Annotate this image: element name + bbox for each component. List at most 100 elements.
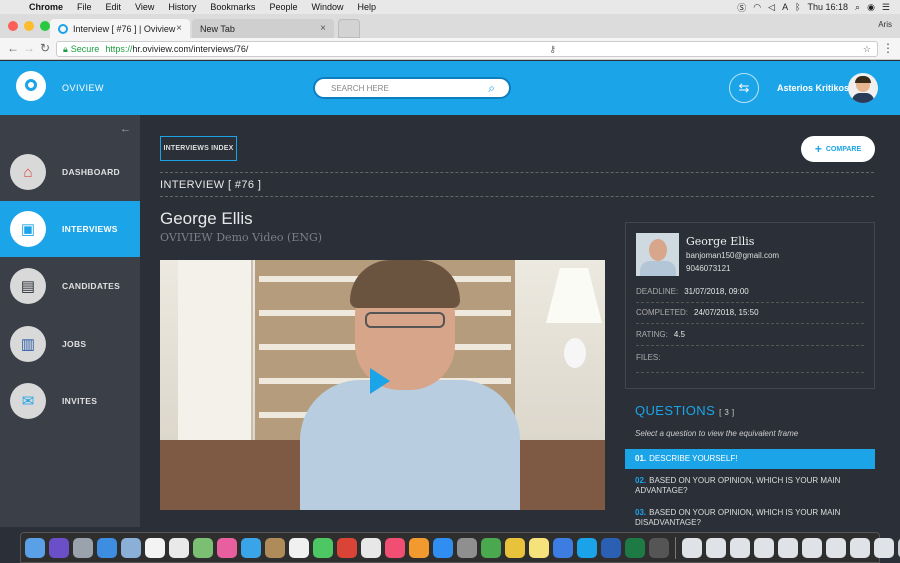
interviews-index-button[interactable]: INTERVIEWS INDEX — [160, 136, 237, 161]
minimized-window-icon[interactable] — [706, 537, 726, 558]
brand-name[interactable]: OVIVIEW — [62, 83, 104, 93]
music-icon[interactable] — [385, 537, 405, 558]
preview-icon[interactable] — [361, 537, 381, 558]
tab-label: New Tab — [200, 23, 235, 34]
app-store-icon[interactable] — [433, 537, 453, 558]
menu-file[interactable]: File — [70, 2, 99, 12]
photo-booth-icon[interactable] — [121, 537, 141, 558]
system-preferences-icon[interactable] — [457, 537, 477, 558]
books-icon[interactable] — [409, 537, 429, 558]
new-tab-button[interactable] — [338, 19, 360, 38]
reminders-icon[interactable] — [169, 537, 189, 558]
popcorn-icon[interactable] — [337, 537, 357, 558]
tab-interview[interactable]: Interview [ #76 ] | Oviview × — [50, 19, 190, 38]
menu-people[interactable]: People — [262, 2, 304, 12]
forward-arrow-icon[interactable]: → — [23, 41, 35, 55]
numbers-icon[interactable] — [481, 537, 501, 558]
safari-icon[interactable] — [97, 537, 117, 558]
facetime-icon[interactable] — [313, 537, 333, 558]
skype-icon[interactable] — [577, 537, 597, 558]
excel-icon[interactable] — [625, 537, 645, 558]
dock-separator — [675, 536, 676, 559]
sidebar-item-jobs[interactable]: ▥ JOBS — [0, 316, 140, 372]
browser-profile-name[interactable]: Aris — [878, 20, 892, 29]
notes-icon[interactable] — [289, 537, 309, 558]
launchpad-icon[interactable] — [73, 537, 93, 558]
minimize-window-icon[interactable] — [24, 21, 34, 31]
chrome-icon[interactable] — [505, 537, 525, 558]
header-user-name[interactable]: Asterios Kritikos — [777, 83, 849, 93]
minimized-window-icon[interactable] — [874, 537, 894, 558]
menu-bookmarks[interactable]: Bookmarks — [203, 2, 262, 12]
volume-icon[interactable]: ◁ — [768, 2, 775, 13]
maps-icon[interactable] — [193, 537, 213, 558]
zoom-window-icon[interactable] — [40, 21, 50, 31]
reload-icon[interactable]: ↻ — [40, 41, 50, 55]
sidebar-item-interviews[interactable]: ▣ INTERVIEWS — [0, 201, 140, 257]
bookmark-star-icon[interactable]: ☆ — [863, 44, 871, 55]
clock[interactable]: Thu 16:18 — [807, 2, 848, 12]
question-item[interactable]: 03. BASED ON YOUR OPINION, WHICH IS YOUR … — [625, 503, 875, 533]
question-item[interactable]: 01. DESCRIBE YOURSELF! — [625, 449, 875, 469]
minimized-window-icon[interactable] — [850, 537, 870, 558]
tab-new-tab[interactable]: New Tab × — [192, 19, 334, 38]
question-text: BASED ON YOUR OPINION, WHICH IS YOUR MAI… — [635, 508, 841, 527]
oviview-logo-icon[interactable] — [16, 71, 46, 101]
stickies-icon[interactable] — [529, 537, 549, 558]
messages-blue-icon[interactable] — [241, 537, 261, 558]
close-window-icon[interactable] — [8, 21, 18, 31]
sidebar-item-label: INTERVIEWS — [62, 224, 118, 234]
wifi-icon[interactable]: ◠ — [753, 2, 761, 13]
compare-button[interactable]: + COMPARE — [801, 136, 875, 162]
close-tab-icon[interactable]: × — [176, 23, 182, 34]
keynote-icon[interactable] — [553, 537, 573, 558]
browser-menu-icon[interactable]: ⋮ — [882, 41, 894, 55]
collapse-sidebar-icon[interactable]: ← — [120, 123, 131, 135]
search-icon[interactable]: ⌕ — [488, 81, 495, 96]
photos-icon[interactable] — [217, 537, 237, 558]
bluetooth-icon[interactable]: ᛒ — [795, 2, 800, 12]
menu-app-name[interactable]: Chrome — [22, 2, 70, 12]
terminal-icon[interactable] — [649, 537, 669, 558]
interview-video-player[interactable] — [160, 260, 605, 510]
search-input[interactable]: SEARCH HERE ⌕ — [313, 77, 511, 99]
word-icon[interactable] — [601, 537, 621, 558]
minimized-window-icon[interactable] — [754, 537, 774, 558]
menu-window[interactable]: Window — [304, 2, 350, 12]
minimized-window-icon[interactable] — [826, 537, 846, 558]
siri-icon[interactable]: ◉ — [867, 2, 875, 13]
notification-center-icon[interactable]: ☰ — [882, 2, 890, 13]
avatar[interactable] — [848, 73, 878, 103]
question-item[interactable]: 02. BASED ON YOUR OPINION, WHICH IS YOUR … — [625, 471, 875, 501]
sidebar-item-invites[interactable]: ✉ INVITES — [0, 373, 140, 429]
minimized-window-icon[interactable] — [730, 537, 750, 558]
skype-status-icon[interactable]: Ⓢ — [737, 1, 746, 14]
play-icon[interactable] — [370, 368, 390, 394]
sidebar-item-candidates[interactable]: ▤ CANDIDATES — [0, 258, 140, 314]
menu-edit[interactable]: Edit — [99, 2, 129, 12]
menu-history[interactable]: History — [161, 2, 203, 12]
minimized-window-icon[interactable] — [802, 537, 822, 558]
sidebar-item-dashboard[interactable]: ⌂ DASHBOARD — [0, 144, 140, 200]
close-tab-icon[interactable]: × — [320, 23, 326, 34]
question-text: DESCRIBE YOURSELF! — [649, 454, 738, 463]
input-source-icon[interactable]: A — [782, 2, 788, 12]
calendar-icon[interactable] — [145, 537, 165, 558]
finder-icon[interactable] — [25, 537, 45, 558]
spotlight-icon[interactable]: ⌕ — [855, 2, 860, 13]
menu-view[interactable]: View — [128, 2, 161, 12]
card-candidate-name: George Ellis — [686, 235, 755, 248]
plus-icon: + — [814, 142, 822, 156]
siri-app-icon[interactable] — [49, 537, 69, 558]
address-bar[interactable]: 🔒︎ Secure https:// hr.oviview.com/interv… — [56, 41, 878, 57]
minimized-window-icon[interactable] — [682, 537, 702, 558]
mac-menu-bar: Chrome File Edit View History Bookmarks … — [0, 0, 900, 14]
back-arrow-icon[interactable]: ← — [7, 41, 19, 55]
completed-value: 24/07/2018, 15:50 — [694, 308, 759, 317]
menu-help[interactable]: Help — [350, 2, 383, 12]
lock-icon: 🔒︎ — [63, 43, 68, 54]
contacts-icon[interactable] — [265, 537, 285, 558]
key-icon[interactable]: ⚷ — [549, 44, 556, 55]
switch-account-icon[interactable]: ⇆ — [729, 73, 759, 103]
minimized-window-icon[interactable] — [778, 537, 798, 558]
